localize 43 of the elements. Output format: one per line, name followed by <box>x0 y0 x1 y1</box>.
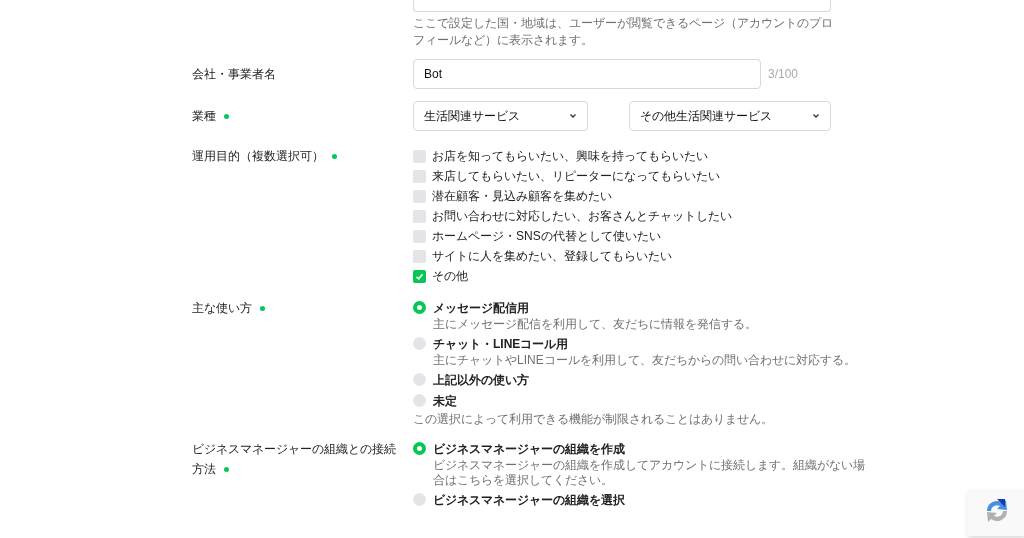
radio-button[interactable] <box>413 337 426 350</box>
radio-button[interactable] <box>413 493 426 506</box>
radio-button[interactable] <box>413 373 426 386</box>
help-text: ここで設定した国・地域は、ユーザーが閲覧できるページ（アカウントのプロフィールなど）に表示されます。 <box>413 15 833 49</box>
radio-label: ビジネスマネージャーの組織を選択 <box>433 491 625 509</box>
help-text: この選択によって利用できる機能が制限されることはありません。 <box>413 412 774 427</box>
radio-label: ビジネスマネージャーの組織を作成 <box>433 440 625 458</box>
option-description: 主にチャットやLINEコールを利用して、友だちからの問い合わせに対応する。 <box>433 353 857 368</box>
company-name-input[interactable]: Bot <box>413 59 761 89</box>
checkbox-label: お問い合わせに対応したい、お客さんとチャットしたい <box>432 208 732 225</box>
checkbox[interactable] <box>413 169 426 183</box>
field-label: 運用目的（複数選択可） <box>192 149 324 163</box>
field-label: ビジネスマネージャーの組織との接続方法 <box>192 442 396 476</box>
caret-icon <box>812 113 820 119</box>
select-dropdown[interactable]: 生活関連サービス <box>413 101 588 131</box>
option-description: ビジネスマネージャーの組織を作成してアカウントに接続します。組織がない場合はこちらを選択してください。 <box>433 458 866 488</box>
radio-button[interactable] <box>413 442 426 455</box>
checkbox[interactable] <box>413 149 426 163</box>
radio-label: 上記以外の使い方 <box>433 371 529 389</box>
radio-label: チャット・LINEコール用 <box>433 335 569 353</box>
field-label: 業種 <box>192 109 216 123</box>
radio-button[interactable] <box>413 394 426 407</box>
checkbox-label: 潜在顧客・見込み顧客を集めたい <box>432 188 612 205</box>
checkbox-label: お店を知ってもらいたい、興味を持ってもらいたい <box>432 148 708 165</box>
checkbox-label: サイトに人を集めたい、登録してもらいたい <box>432 248 672 265</box>
select-dropdown[interactable]: その他生活関連サービス <box>629 101 831 131</box>
radio-label: メッセージ配信用 <box>433 299 529 317</box>
field-label: 会社・事業者名 <box>192 67 276 81</box>
check-icon <box>415 271 424 281</box>
checkbox[interactable] <box>413 249 426 263</box>
option-description: 主にメッセージ配信を利用して、友だちに情報を発信する。 <box>433 317 758 332</box>
checkbox-label: 来店してもらいたい、リピーターになってもらいたい <box>432 168 720 185</box>
field-label: 主な使い方 <box>192 301 252 315</box>
checkbox[interactable] <box>413 229 426 243</box>
checkbox[interactable] <box>413 209 426 223</box>
checkbox[interactable] <box>413 189 426 203</box>
radio-label: 未定 <box>433 392 457 410</box>
caret-icon <box>569 113 577 119</box>
radio-button[interactable] <box>413 301 426 314</box>
checkbox[interactable] <box>413 269 426 283</box>
checkbox-label: ホームページ・SNSの代替として使いたい <box>432 228 661 245</box>
checkbox-label: その他 <box>432 268 468 285</box>
character-counter: 3/100 <box>768 66 799 83</box>
